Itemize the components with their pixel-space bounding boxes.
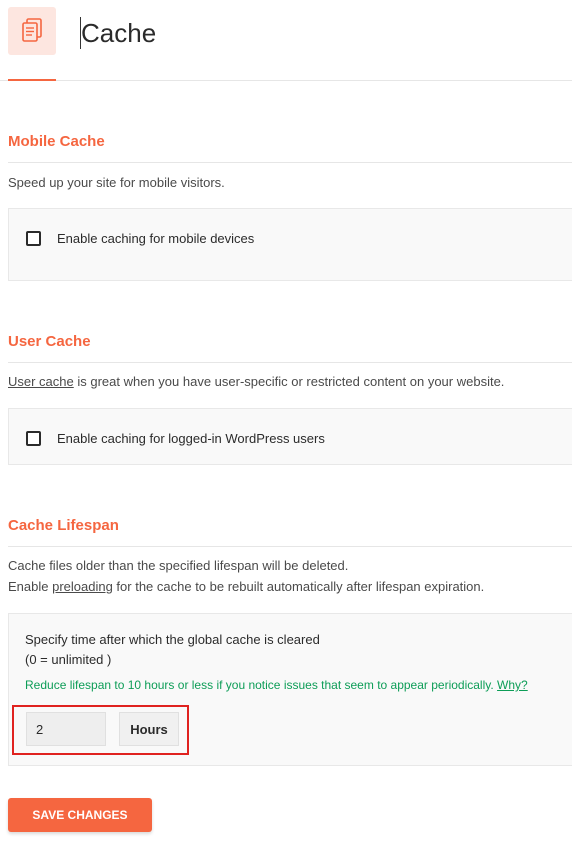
page-header: Cache (0, 0, 572, 82)
document-copy-icon (8, 7, 56, 55)
annotation-highlight-box (12, 705, 189, 755)
user-cache-heading: User Cache (8, 333, 91, 350)
page-title: Cache (81, 18, 157, 48)
lifespan-question-line2: (0 = unlimited ) (25, 652, 112, 667)
header-active-tab-indicator (8, 79, 56, 81)
section-divider (8, 546, 572, 547)
section-divider (8, 162, 572, 163)
user-cache-checkbox-label[interactable]: Enable caching for logged-in WordPress u… (57, 431, 325, 446)
lifespan-hint-text: Reduce lifespan to 10 hours or less if y… (25, 678, 498, 692)
lifespan-question: Specify time after which the global cach… (25, 630, 320, 670)
user-cache-link[interactable]: User cache (8, 374, 74, 389)
user-cache-option-box: Enable caching for logged-in WordPress u… (8, 408, 572, 465)
mobile-cache-option-box: Enable caching for mobile devices (8, 208, 572, 281)
mobile-cache-heading: Mobile Cache (8, 133, 105, 150)
lifespan-hint: Reduce lifespan to 10 hours or less if y… (25, 678, 528, 692)
cache-settings-page: Cache Mobile Cache Speed up your site fo… (0, 0, 572, 844)
why-link[interactable]: Why? (497, 678, 528, 692)
save-changes-button[interactable]: SAVE CHANGES (8, 798, 152, 832)
header-divider (0, 80, 572, 81)
mobile-cache-checkbox[interactable] (26, 231, 41, 246)
user-cache-description-text: is great when you have user-specific or … (73, 374, 505, 389)
description-text: Enable (8, 579, 53, 594)
cache-lifespan-description: Cache files older than the specified lif… (8, 555, 484, 597)
user-cache-checkbox[interactable] (26, 431, 41, 446)
user-cache-description: User cache is great when you have user-s… (8, 371, 504, 392)
cache-lifespan-heading: Cache Lifespan (8, 517, 119, 534)
description-text: for the cache to be rebuilt automaticall… (112, 579, 485, 594)
section-divider (8, 362, 572, 363)
lifespan-question-line1: Specify time after which the global cach… (25, 632, 320, 647)
mobile-cache-checkbox-label[interactable]: Enable caching for mobile devices (57, 231, 254, 246)
cache-lifespan-description-line1: Cache files older than the specified lif… (8, 558, 349, 573)
preloading-link[interactable]: preloading (52, 579, 113, 594)
cache-lifespan-description-line2: Enable preloading for the cache to be re… (8, 576, 484, 597)
mobile-cache-description: Speed up your site for mobile visitors. (8, 175, 225, 190)
